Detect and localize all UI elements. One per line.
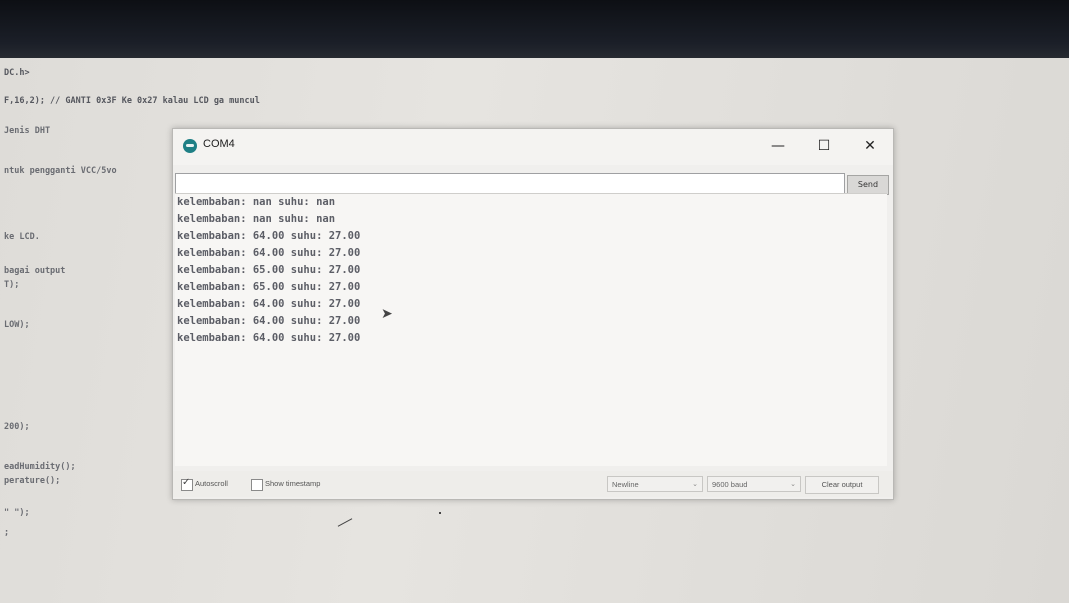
ide-code-line: T); bbox=[4, 280, 20, 290]
ide-code-line: bagai output bbox=[4, 266, 66, 276]
mouse-cursor-icon: ➤ bbox=[381, 306, 393, 322]
output-line: kelembaban: 64.00 suhu: 27.00 bbox=[177, 315, 361, 327]
ide-code-line: ; bbox=[4, 528, 10, 538]
ide-code-line: ke LCD. bbox=[4, 232, 40, 242]
minimize-button[interactable]: — bbox=[763, 137, 793, 155]
output-line: kelembaban: 65.00 suhu: 27.00 bbox=[177, 281, 361, 293]
ide-code-line: " "); bbox=[4, 508, 30, 518]
show-timestamp-checkbox[interactable] bbox=[251, 479, 263, 491]
chevron-down-icon: ⌄ bbox=[692, 481, 698, 488]
clear-output-button[interactable]: Clear output bbox=[805, 476, 879, 494]
output-line: kelembaban: nan suhu: nan bbox=[177, 213, 336, 225]
line-ending-value: Newline bbox=[612, 480, 639, 489]
ide-code-line: F,16,2); // GANTI 0x3F Ke 0x27 kalau LCD… bbox=[4, 96, 260, 106]
ide-code-line: ntuk pengganti VCC/5vo bbox=[4, 166, 117, 176]
ide-code-line: Jenis DHT bbox=[4, 126, 51, 136]
serial-output[interactable]: kelembaban: nan suhu: nan kelembaban: na… bbox=[175, 193, 887, 527]
ide-code-line: 200); bbox=[4, 422, 30, 432]
output-line: kelembaban: 64.00 suhu: 27.00 bbox=[177, 230, 361, 242]
autoscroll-label: Autoscroll bbox=[195, 479, 228, 488]
ide-code-line: perature(); bbox=[4, 476, 61, 486]
screen-dust-mark bbox=[439, 512, 441, 514]
send-button[interactable]: Send bbox=[847, 175, 889, 195]
chevron-down-icon: ⌄ bbox=[790, 481, 796, 488]
serial-input[interactable] bbox=[175, 173, 845, 195]
line-ending-select[interactable]: Newline ⌄ bbox=[607, 476, 703, 492]
bottom-bar: Autoscroll Show timestamp Newline ⌄ 9600… bbox=[173, 471, 893, 497]
ide-code-line: eadHumidity(); bbox=[4, 462, 76, 472]
baud-rate-select[interactable]: 9600 baud ⌄ bbox=[707, 476, 801, 492]
monitor-bezel bbox=[0, 0, 1069, 62]
output-line: kelembaban: nan suhu: nan bbox=[177, 196, 336, 208]
output-line: kelembaban: 64.00 suhu: 27.00 bbox=[177, 298, 361, 310]
window-title: COM4 bbox=[203, 138, 235, 150]
serial-monitor-window: COM4 — ☐ ✕ Send kelembaban: nan suhu: na… bbox=[172, 128, 894, 527]
autoscroll-checkbox[interactable] bbox=[181, 477, 193, 491]
maximize-button[interactable]: ☐ bbox=[809, 137, 839, 155]
arduino-icon bbox=[183, 139, 197, 153]
show-timestamp-label: Show timestamp bbox=[265, 479, 321, 488]
title-bar[interactable]: COM4 — ☐ ✕ bbox=[173, 129, 893, 165]
ide-code-line: LOW); bbox=[4, 320, 30, 330]
output-line: kelembaban: 65.00 suhu: 27.00 bbox=[177, 264, 361, 276]
baud-rate-value: 9600 baud bbox=[712, 480, 748, 489]
output-line: kelembaban: 64.00 suhu: 27.00 bbox=[177, 332, 361, 344]
close-button[interactable]: ✕ bbox=[855, 137, 885, 155]
output-line: kelembaban: 64.00 suhu: 27.00 bbox=[177, 247, 361, 259]
ide-code-line: DC.h> bbox=[4, 68, 30, 78]
